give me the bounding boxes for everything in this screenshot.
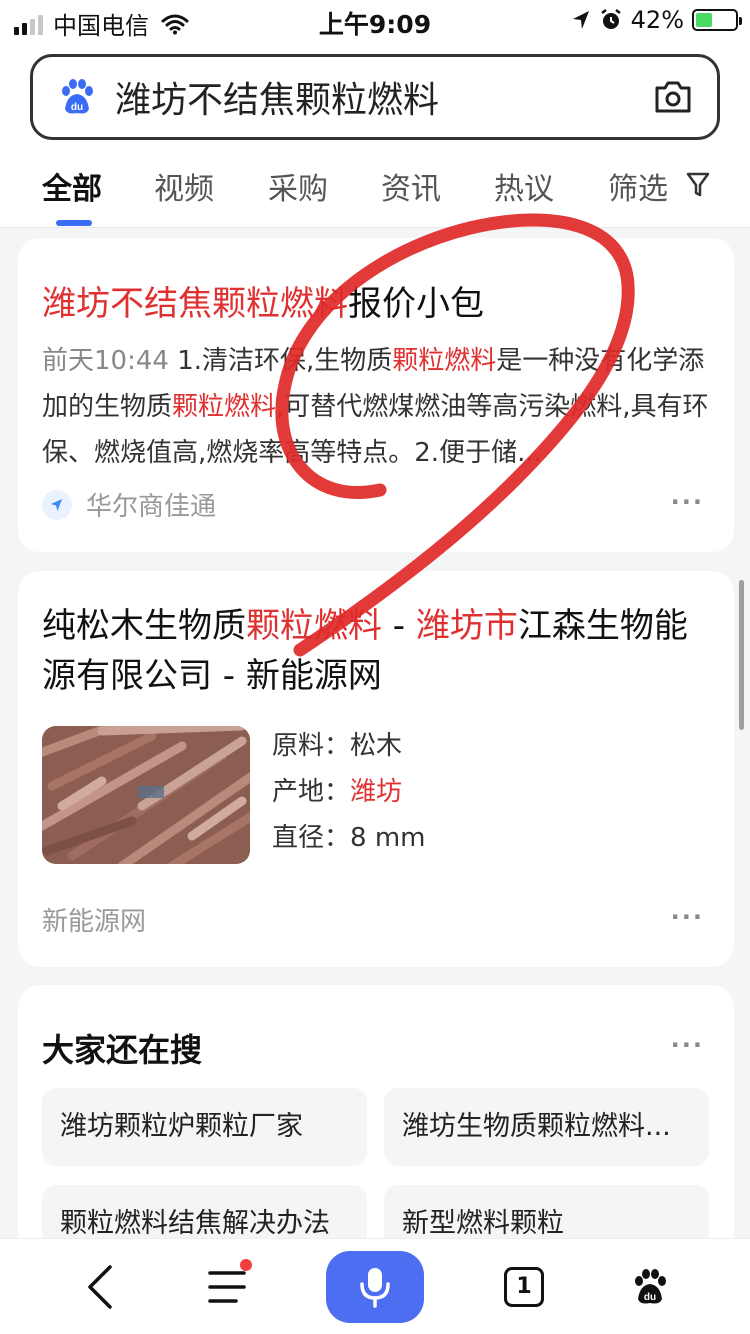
menu-button[interactable] (188, 1239, 268, 1334)
related-searches: 大家还在搜 ··· 潍坊颗粒炉颗粒厂家 潍坊生物质颗粒燃料... 颗粒燃料结焦解… (18, 985, 734, 1263)
result-source[interactable]: 华尔商佳通 (42, 486, 216, 523)
filter-icon[interactable] (686, 172, 710, 198)
result-site-name[interactable]: 新能源网 (42, 901, 146, 938)
scrollbar[interactable] (739, 580, 744, 730)
search-header: du 潍坊不结焦颗粒燃料 (0, 44, 750, 154)
bottom-toolbar: 1 du (0, 1238, 750, 1334)
related-search-chip[interactable]: 潍坊生物质颗粒燃料... (384, 1088, 709, 1166)
menu-icon (208, 1271, 246, 1303)
title-highlight: 颗粒燃料 (246, 606, 382, 646)
result-title[interactable]: 纯松木生物质颗粒燃料 - 潍坊市江森生物能源有限公司 - 新能源网 (42, 601, 712, 701)
attr-key: 直径： (272, 823, 351, 853)
attr-value: 8 mm (350, 823, 426, 853)
attr-value: 潍坊 (350, 777, 403, 807)
result-snippet: 前天10:44 1.清洁环保,生物质颗粒燃料是一种没有化学添加的生物质颗粒燃料,… (42, 338, 712, 476)
location-arrow-icon (572, 11, 589, 29)
related-heading: 大家还在搜 (42, 1031, 203, 1069)
snippet-part: 1.清洁环保,生物质 (177, 346, 393, 376)
tab-purchase[interactable]: 采购 (268, 164, 328, 208)
result-title[interactable]: 潍坊不结焦颗粒燃料报价小包 (42, 276, 484, 325)
tab-news[interactable]: 资讯 (381, 164, 441, 208)
baidu-home-button[interactable]: du (610, 1239, 690, 1334)
result-card-1[interactable]: 潍坊不结焦颗粒燃料报价小包 前天10:44 1.清洁环保,生物质颗粒燃料是一种没… (18, 238, 734, 552)
status-right: 42% (571, 6, 742, 34)
tab-active-indicator (56, 220, 92, 226)
attr-value: 松木 (350, 731, 403, 761)
attr-row: 原料：松木 (272, 723, 425, 769)
svg-text:du: du (71, 102, 83, 113)
tab-count-icon: 1 (504, 1267, 544, 1307)
attr-key: 原料： (272, 731, 351, 761)
alarm-icon (600, 9, 621, 29)
snippet-highlight: 颗粒燃料 (392, 346, 497, 376)
microphone-icon (360, 1268, 390, 1308)
camera-icon[interactable] (653, 80, 693, 114)
back-button[interactable] (60, 1239, 140, 1334)
tabs-button[interactable]: 1 (484, 1239, 564, 1334)
status-bar: 中国电信 上午9:09 42% (0, 0, 750, 44)
tab-filter[interactable]: 筛选 (608, 164, 668, 208)
baidu-paw-icon: du (62, 79, 93, 114)
title-rest: 报价小包 (348, 284, 484, 324)
tab-video[interactable]: 视频 (154, 164, 214, 208)
more-options-icon[interactable]: ··· (671, 1031, 704, 1059)
chevron-left-icon (88, 1265, 112, 1309)
title-part: - (382, 606, 416, 646)
product-attributes: 原料：松木 产地：潍坊 直径：8 mm (272, 723, 425, 861)
baidu-paw-icon: du (635, 1269, 666, 1304)
source-name: 华尔商佳通 (86, 492, 217, 522)
related-search-chip[interactable]: 潍坊颗粒炉颗粒厂家 (42, 1088, 367, 1166)
source-compass-icon (42, 489, 72, 520)
title-highlight: 潍坊市 (415, 606, 518, 646)
result-date: 前天10:44 (42, 346, 169, 376)
tab-all[interactable]: 全部 (42, 164, 102, 208)
voice-search-button[interactable] (326, 1251, 424, 1323)
attr-row: 产地：潍坊 (272, 769, 425, 815)
search-box[interactable]: du 潍坊不结焦颗粒燃料 (30, 54, 720, 140)
search-query-text[interactable]: 潍坊不结焦颗粒燃料 (115, 71, 653, 123)
battery-percent: 42% (630, 6, 684, 34)
result-tabs: 全部 视频 采购 资讯 热议 筛选 (0, 154, 750, 228)
more-options-icon[interactable]: ··· (671, 903, 704, 931)
attr-key: 产地： (272, 777, 351, 807)
battery-icon (692, 9, 742, 31)
svg-text:du: du (644, 1292, 656, 1303)
tab-discussion[interactable]: 热议 (494, 164, 554, 208)
attr-row: 直径：8 mm (272, 815, 425, 861)
snippet-highlight: 颗粒燃料 (172, 392, 277, 422)
result-card-2[interactable]: 纯松木生物质颗粒燃料 - 潍坊市江森生物能源有限公司 - 新能源网 原料：松木 … (18, 571, 734, 967)
notification-dot (240, 1259, 252, 1271)
wood-pellets-image[interactable] (42, 726, 250, 864)
battery-fill (696, 13, 712, 27)
title-part: 纯松木生物质 (42, 606, 246, 646)
more-options-icon[interactable]: ··· (671, 488, 704, 516)
title-highlight: 潍坊不结焦颗粒燃料 (42, 284, 348, 324)
